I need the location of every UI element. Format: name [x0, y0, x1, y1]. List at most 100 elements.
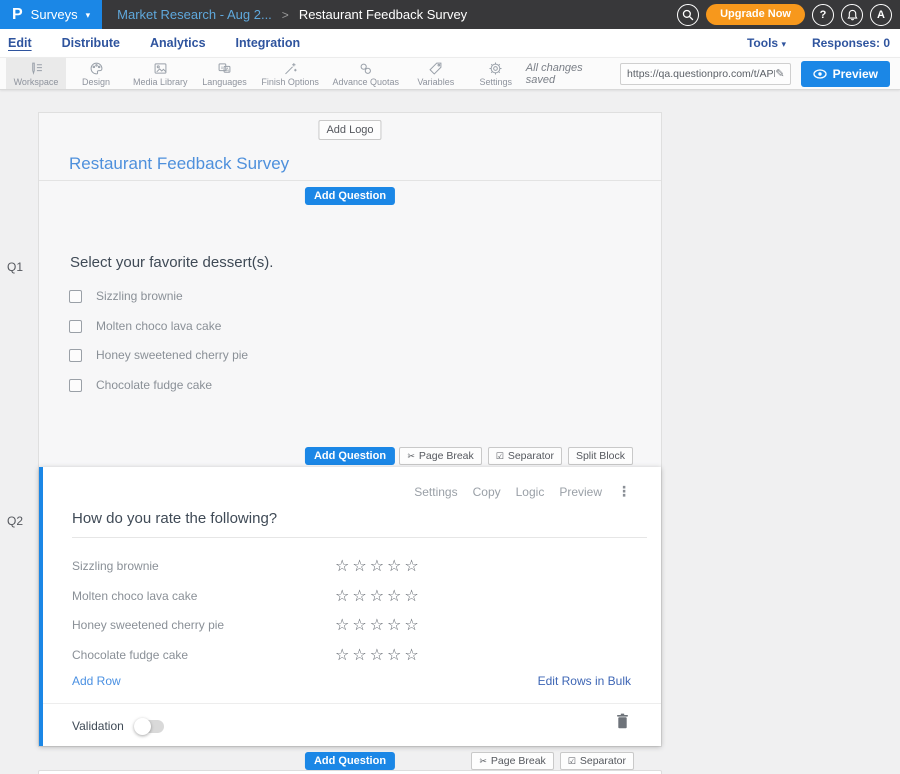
page-break-button[interactable]: ✂ Page Break — [399, 447, 481, 465]
palette-icon — [89, 61, 104, 76]
survey-url-field[interactable]: ✎ — [620, 63, 791, 85]
next-block-edge — [38, 770, 662, 774]
question-divider — [72, 537, 647, 538]
add-question-button-top[interactable]: Add Question — [305, 187, 395, 205]
toolbar-workspace[interactable]: Workspace — [6, 58, 66, 89]
split-block-button[interactable]: Split Block — [568, 447, 633, 465]
survey-canvas: Q1 Q2 Add Logo Restaurant Feedback Surve… — [0, 90, 900, 774]
add-question-button-bottom[interactable]: Add Question — [305, 752, 395, 770]
chain-links-icon — [358, 61, 373, 76]
row-label[interactable]: Chocolate fudge cake — [72, 645, 188, 665]
q1-option-row: Honey sweetened cherry pie — [69, 345, 248, 365]
footer-divider — [43, 703, 661, 704]
magic-wand-icon — [283, 61, 298, 76]
toolbar-media-library[interactable]: Media Library — [126, 58, 194, 89]
tab-distribute[interactable]: Distribute — [62, 36, 120, 50]
question-menu: Settings Copy Logic Preview ⋮ — [414, 483, 631, 500]
q2-preview-button[interactable]: Preview — [559, 485, 602, 499]
toolbar-variables[interactable]: Variables — [406, 58, 466, 89]
option-label[interactable]: Chocolate fudge cake — [96, 378, 212, 392]
validation-toggle[interactable] — [136, 720, 164, 733]
toolbar-design[interactable]: Design — [66, 58, 126, 89]
question-2-block-selected: Settings Copy Logic Preview ⋮ How do you… — [39, 467, 661, 746]
surveys-menu[interactable]: P Surveys ▾ — [0, 0, 102, 29]
preview-button[interactable]: Preview — [801, 61, 890, 87]
toolbar-advance-quotas[interactable]: Advance Quotas — [326, 58, 406, 89]
trash-icon — [616, 713, 629, 729]
option-label[interactable]: Sizzling brownie — [96, 289, 183, 303]
page-break-button[interactable]: ✂ Page Break — [471, 752, 553, 770]
tag-icon — [428, 61, 443, 76]
gear-icon — [488, 61, 503, 76]
row-label[interactable]: Honey sweetened cherry pie — [72, 615, 224, 635]
edit-url-icon[interactable]: ✎ — [775, 67, 784, 80]
edit-rows-in-bulk-link[interactable]: Edit Rows in Bulk — [538, 674, 631, 688]
star-rating[interactable]: ☆☆☆☆☆ — [335, 645, 422, 665]
checkbox[interactable] — [69, 379, 82, 392]
question-1-block: Add Question Select your favorite desser… — [39, 181, 661, 467]
option-label[interactable]: Honey sweetened cherry pie — [96, 348, 248, 362]
translate-icon: Ax — [217, 61, 232, 76]
workspace-icon — [29, 61, 44, 76]
separator-icon: ☑ — [496, 451, 504, 462]
q1-label: Q1 — [7, 260, 23, 274]
validation-label: Validation — [72, 719, 124, 733]
add-row-link[interactable]: Add Row — [72, 674, 121, 688]
breadcrumb-folder[interactable]: Market Research - Aug 2... — [117, 7, 272, 22]
account-button[interactable]: A — [870, 4, 892, 26]
toolbar-finish-options[interactable]: Finish Options — [254, 58, 325, 89]
q2-copy-button[interactable]: Copy — [473, 485, 501, 499]
separator-button[interactable]: ☑ Separator — [560, 752, 634, 770]
help-button[interactable]: ? — [812, 4, 834, 26]
q1-option-row: Chocolate fudge cake — [69, 375, 212, 395]
questionpro-logo-icon: P — [12, 6, 23, 24]
checkbox[interactable] — [69, 320, 82, 333]
notifications-button[interactable] — [841, 4, 863, 26]
surveys-menu-label: Surveys — [31, 7, 78, 22]
star-rating[interactable]: ☆☆☆☆☆ — [335, 615, 422, 635]
rating-row: Molten choco lava cake ☆☆☆☆☆ — [43, 586, 661, 606]
add-logo-button[interactable]: Add Logo — [318, 120, 381, 140]
q2-question-text[interactable]: How do you rate the following? — [72, 510, 277, 527]
survey-title[interactable]: Restaurant Feedback Survey — [69, 154, 289, 174]
search-icon — [682, 9, 694, 21]
tab-analytics[interactable]: Analytics — [150, 36, 206, 50]
more-options-icon[interactable]: ⋮ — [617, 483, 631, 500]
top-navbar: P Surveys ▾ Market Research - Aug 2... >… — [0, 0, 900, 29]
breadcrumb: Market Research - Aug 2... > Restaurant … — [117, 7, 467, 22]
separator-icon: ☑ — [568, 756, 576, 767]
page-break-icon: ✂ — [407, 451, 415, 462]
star-rating[interactable]: ☆☆☆☆☆ — [335, 556, 422, 576]
tab-integration[interactable]: Integration — [236, 36, 301, 50]
editor-toolbar: Workspace Design Media Library Ax Langua… — [0, 57, 900, 90]
option-label[interactable]: Molten choco lava cake — [96, 319, 221, 333]
star-rating[interactable]: ☆☆☆☆☆ — [335, 586, 422, 606]
delete-question-button[interactable] — [616, 713, 629, 734]
row-label[interactable]: Molten choco lava cake — [72, 586, 197, 606]
section-nav: Edit Distribute Analytics Integration To… — [0, 29, 900, 57]
checkbox[interactable] — [69, 290, 82, 303]
q2-settings-button[interactable]: Settings — [414, 485, 457, 499]
save-status: All changes saved — [526, 62, 610, 86]
checkbox[interactable] — [69, 349, 82, 362]
toolbar-settings[interactable]: Settings — [466, 58, 526, 89]
separator-button[interactable]: ☑ Separator — [488, 447, 562, 465]
tools-menu[interactable]: Tools ▾ — [747, 36, 786, 50]
survey-url-input[interactable] — [627, 68, 775, 80]
responses-count[interactable]: Responses: 0 — [812, 36, 890, 50]
block-controls: ✂ Page Break ☑ Separator Split Block — [399, 447, 633, 465]
topbar-actions: Upgrade Now ? A — [677, 4, 900, 26]
survey-header: Add Logo Restaurant Feedback Survey — [39, 113, 661, 181]
chevron-down-icon: ▾ — [781, 39, 786, 49]
eye-icon — [813, 69, 827, 79]
tab-edit[interactable]: Edit — [8, 36, 32, 50]
search-button[interactable] — [677, 4, 699, 26]
add-question-button-mid[interactable]: Add Question — [305, 447, 395, 465]
toolbar-languages[interactable]: Ax Languages — [194, 58, 254, 89]
q2-logic-button[interactable]: Logic — [516, 485, 545, 499]
validation-control: Validation — [72, 715, 164, 737]
upgrade-now-button[interactable]: Upgrade Now — [706, 4, 805, 25]
row-label[interactable]: Sizzling brownie — [72, 556, 159, 576]
q1-question-text[interactable]: Select your favorite dessert(s). — [70, 254, 273, 271]
q2-label: Q2 — [7, 514, 23, 528]
